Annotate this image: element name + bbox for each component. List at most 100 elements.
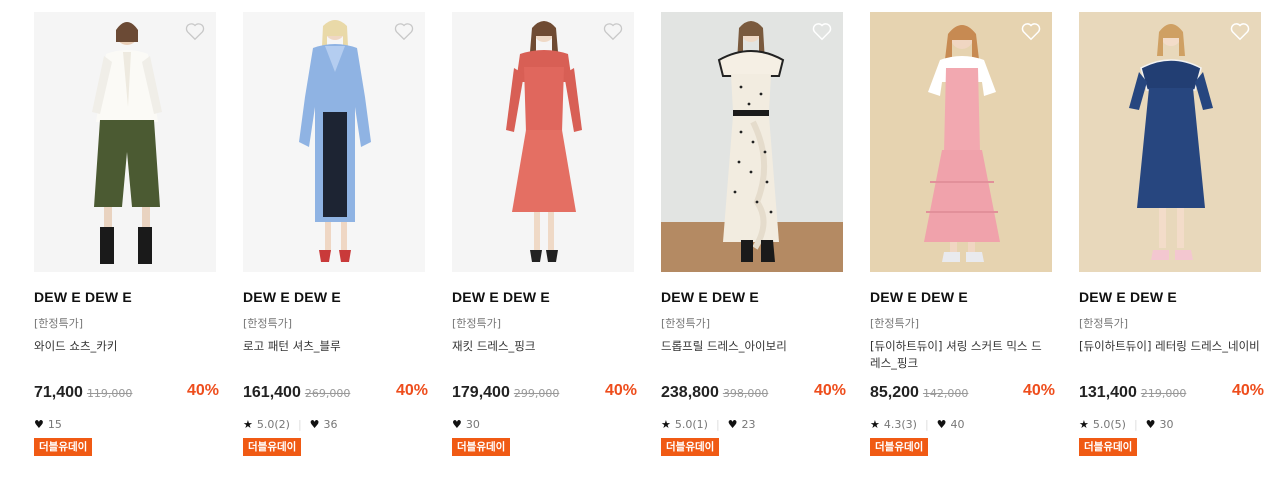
product-name[interactable]: 재킷 드레스_핑크 xyxy=(452,338,634,374)
product-name[interactable]: 로고 패턴 셔츠_블루 xyxy=(243,338,425,374)
rating: 5.0(2) xyxy=(256,417,290,431)
original-price: 219,000 xyxy=(1140,387,1187,400)
promo-badge: 더블유데이 xyxy=(34,438,93,456)
like-count: 30 xyxy=(1159,417,1174,431)
product-card[interactable]: DEW E DEW E [한정특가] [듀이하트듀이] 셔링 스커트 믹스 드레… xyxy=(870,12,1055,456)
wishlist-heart-icon[interactable] xyxy=(393,20,415,42)
original-price: 269,000 xyxy=(304,387,351,400)
product-card[interactable]: DEW E DEW E [한정특가] 와이드 쇼츠_카키 71,400 119,0… xyxy=(34,12,219,456)
discount-rate: 40% xyxy=(1022,382,1055,399)
discount-rate: 40% xyxy=(604,382,637,399)
rating: 5.0(5) xyxy=(1092,417,1126,431)
promo-badge: 더블유데이 xyxy=(661,438,720,456)
product-image[interactable] xyxy=(1079,12,1261,272)
product-brand[interactable]: DEW E DEW E xyxy=(243,289,425,307)
original-price: 119,000 xyxy=(86,387,133,400)
product-brand[interactable]: DEW E DEW E xyxy=(34,289,216,307)
product-name[interactable]: [듀이하트듀이] 레터링 드레스_네이비 xyxy=(1079,338,1261,374)
product-card[interactable]: DEW E DEW E [한정특가] [듀이하트듀이] 레터링 드레스_네이비 … xyxy=(1079,12,1264,456)
product-photo-figure xyxy=(1129,24,1213,260)
heart-filled-icon: ♥ xyxy=(309,417,320,431)
like-count: 23 xyxy=(741,417,756,431)
price-row: 238,800 398,000 40% xyxy=(661,382,846,406)
like-count: 30 xyxy=(465,417,480,431)
product-grid: DEW E DEW E [한정특가] 와이드 쇼츠_카키 71,400 119,0… xyxy=(34,12,1264,456)
product-image[interactable] xyxy=(34,12,216,272)
rating: 4.3(3) xyxy=(883,417,917,431)
sale-price: 161,400 xyxy=(243,384,301,401)
heart-filled-icon: ♥ xyxy=(1145,417,1156,431)
product-name[interactable]: 와이드 쇼츠_카키 xyxy=(34,338,216,374)
sale-price: 131,400 xyxy=(1079,384,1137,401)
rating: 5.0(1) xyxy=(674,417,708,431)
meta-divider: | xyxy=(297,417,302,431)
promo-badge: 더블유데이 xyxy=(870,438,929,456)
product-card[interactable]: DEW E DEW E [한정특가] 로고 패턴 셔츠_블루 161,400 26… xyxy=(243,12,428,456)
price-row: 131,400 219,000 40% xyxy=(1079,382,1264,406)
wishlist-heart-icon[interactable] xyxy=(1229,20,1251,42)
heart-filled-icon: ♥ xyxy=(452,417,462,431)
sale-price: 71,400 xyxy=(34,384,83,401)
product-brand[interactable]: DEW E DEW E xyxy=(452,289,634,307)
product-meta: ♥ 30 xyxy=(452,416,634,432)
discount-rate: 40% xyxy=(186,382,219,399)
product-photo-figure xyxy=(506,21,582,262)
wishlist-heart-icon[interactable] xyxy=(602,20,624,42)
sale-price: 179,400 xyxy=(452,384,510,401)
like-count: 40 xyxy=(950,417,965,431)
meta-divider: | xyxy=(1133,417,1138,431)
product-photo-figure xyxy=(661,21,843,272)
product-name[interactable]: [듀이하트듀이] 셔링 스커트 믹스 드레스_핑크 xyxy=(870,338,1052,374)
star-icon: ★ xyxy=(243,417,253,431)
product-promo-label: [한정특가] xyxy=(243,317,293,330)
meta-divider: | xyxy=(715,417,720,431)
product-meta: ★ 4.3(3) | ♥ 40 xyxy=(870,416,1052,432)
product-image[interactable] xyxy=(870,12,1052,272)
product-meta: ★ 5.0(2) | ♥ 36 xyxy=(243,416,425,432)
product-brand[interactable]: DEW E DEW E xyxy=(870,289,1052,307)
product-promo-label: [한정특가] xyxy=(661,317,711,330)
meta-divider: | xyxy=(924,417,929,431)
product-promo-label: [한정특가] xyxy=(870,317,920,330)
original-price: 142,000 xyxy=(922,387,969,400)
star-icon: ★ xyxy=(661,417,671,431)
original-price: 398,000 xyxy=(722,387,769,400)
heart-filled-icon: ♥ xyxy=(34,417,44,431)
product-meta: ★ 5.0(5) | ♥ 30 xyxy=(1079,416,1261,432)
wishlist-heart-icon[interactable] xyxy=(1020,20,1042,42)
heart-filled-icon: ♥ xyxy=(936,417,947,431)
product-name[interactable]: 드롭프릴 드레스_아이보리 xyxy=(661,338,843,374)
promo-badge: 더블유데이 xyxy=(243,438,302,456)
sale-price: 238,800 xyxy=(661,384,719,401)
discount-rate: 40% xyxy=(813,382,846,399)
price-row: 179,400 299,000 40% xyxy=(452,382,637,406)
heart-filled-icon: ♥ xyxy=(727,417,738,431)
wishlist-heart-icon[interactable] xyxy=(811,20,833,42)
product-brand[interactable]: DEW E DEW E xyxy=(661,289,843,307)
product-photo-figure xyxy=(924,25,1000,262)
product-card[interactable]: DEW E DEW E [한정특가] 드롭프릴 드레스_아이보리 238,800… xyxy=(661,12,846,456)
product-photo-figure xyxy=(92,22,162,264)
like-count: 15 xyxy=(47,417,62,431)
product-card[interactable]: DEW E DEW E [한정특가] 재킷 드레스_핑크 179,400 299,… xyxy=(452,12,637,456)
product-promo-label: [한정특가] xyxy=(1079,317,1129,330)
product-promo-label: [한정특가] xyxy=(452,317,502,330)
star-icon: ★ xyxy=(1079,417,1089,431)
like-count: 36 xyxy=(323,417,338,431)
product-image[interactable] xyxy=(452,12,634,272)
wishlist-heart-icon[interactable] xyxy=(184,20,206,42)
star-icon: ★ xyxy=(870,417,880,431)
product-promo-label: [한정특가] xyxy=(34,317,84,330)
product-meta: ★ 5.0(1) | ♥ 23 xyxy=(661,416,843,432)
promo-badge: 더블유데이 xyxy=(1079,438,1138,456)
price-row: 85,200 142,000 40% xyxy=(870,382,1055,406)
product-brand[interactable]: DEW E DEW E xyxy=(1079,289,1261,307)
discount-rate: 40% xyxy=(1231,382,1264,399)
product-photo-figure xyxy=(299,20,371,262)
sale-price: 85,200 xyxy=(870,384,919,401)
promo-badge: 더블유데이 xyxy=(452,438,511,456)
product-image[interactable] xyxy=(661,12,843,272)
product-meta: ♥ 15 xyxy=(34,416,216,432)
price-row: 161,400 269,000 40% xyxy=(243,382,428,406)
product-image[interactable] xyxy=(243,12,425,272)
